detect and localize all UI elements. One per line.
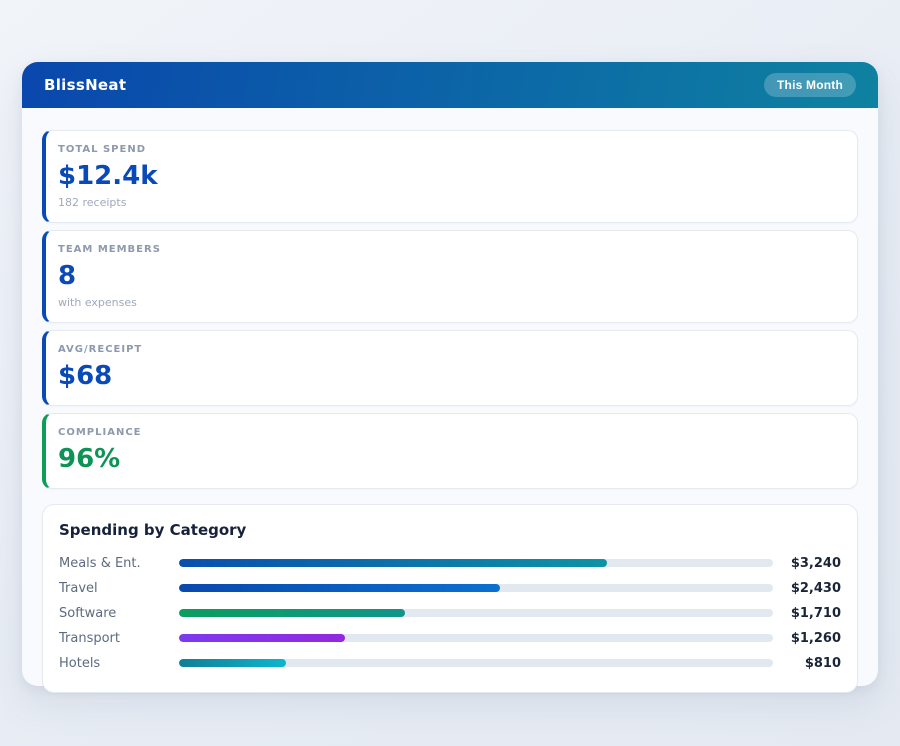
chart-row-software: Software $1,710 — [59, 601, 841, 626]
stat-subtext: 182 receipts — [58, 196, 841, 209]
app-header: BlissNeat This Month — [22, 62, 878, 108]
dashboard-content: TOTAL SPEND $12.4k 182 receipts TEAM MEM… — [22, 108, 878, 693]
stat-card-compliance: COMPLIANCE 96% — [42, 413, 858, 489]
bar-track — [179, 659, 773, 667]
bar-fill-meals — [179, 559, 607, 567]
stat-subtext: with expenses — [58, 296, 841, 309]
category-amount: $2,430 — [773, 581, 841, 596]
stat-card-avg-receipt: AVG/RECEIPT $68 — [42, 330, 858, 406]
bar-fill-travel — [179, 584, 500, 592]
bar-fill-hotels — [179, 659, 286, 667]
spending-chart-card: Spending by Category Meals & Ent. $3,240… — [42, 504, 858, 693]
bar-track — [179, 584, 773, 592]
category-amount: $810 — [773, 656, 841, 671]
dashboard-container: BlissNeat This Month TOTAL SPEND $12.4k … — [22, 62, 878, 686]
stat-value: 96% — [58, 445, 841, 475]
category-amount: $3,240 — [773, 556, 841, 571]
category-amount: $1,260 — [773, 631, 841, 646]
category-label: Meals & Ent. — [59, 556, 179, 571]
chart-row-travel: Travel $2,430 — [59, 576, 841, 601]
stat-card-total-spend: TOTAL SPEND $12.4k 182 receipts — [42, 130, 858, 223]
chart-row-transport: Transport $1,260 — [59, 626, 841, 651]
chart-row-hotels: Hotels $810 — [59, 651, 841, 676]
category-amount: $1,710 — [773, 606, 841, 621]
stat-value: 8 — [58, 262, 841, 292]
chart-title: Spending by Category — [59, 521, 841, 539]
stat-label: TOTAL SPEND — [58, 144, 841, 155]
bar-track — [179, 559, 773, 567]
period-badge[interactable]: This Month — [764, 73, 856, 97]
bar-track — [179, 634, 773, 642]
chart-row-meals: Meals & Ent. $3,240 — [59, 551, 841, 576]
bar-fill-software — [179, 609, 405, 617]
category-label: Hotels — [59, 656, 179, 671]
app-title: BlissNeat — [44, 76, 126, 94]
category-label: Travel — [59, 581, 179, 596]
bar-fill-transport — [179, 634, 345, 642]
bar-track — [179, 609, 773, 617]
stat-card-team-members: TEAM MEMBERS 8 with expenses — [42, 230, 858, 323]
stat-label: TEAM MEMBERS — [58, 244, 841, 255]
category-label: Transport — [59, 631, 179, 646]
stat-value: $12.4k — [58, 162, 841, 192]
stat-value: $68 — [58, 362, 841, 392]
stat-label: COMPLIANCE — [58, 427, 841, 438]
stat-label: AVG/RECEIPT — [58, 344, 841, 355]
category-label: Software — [59, 606, 179, 621]
